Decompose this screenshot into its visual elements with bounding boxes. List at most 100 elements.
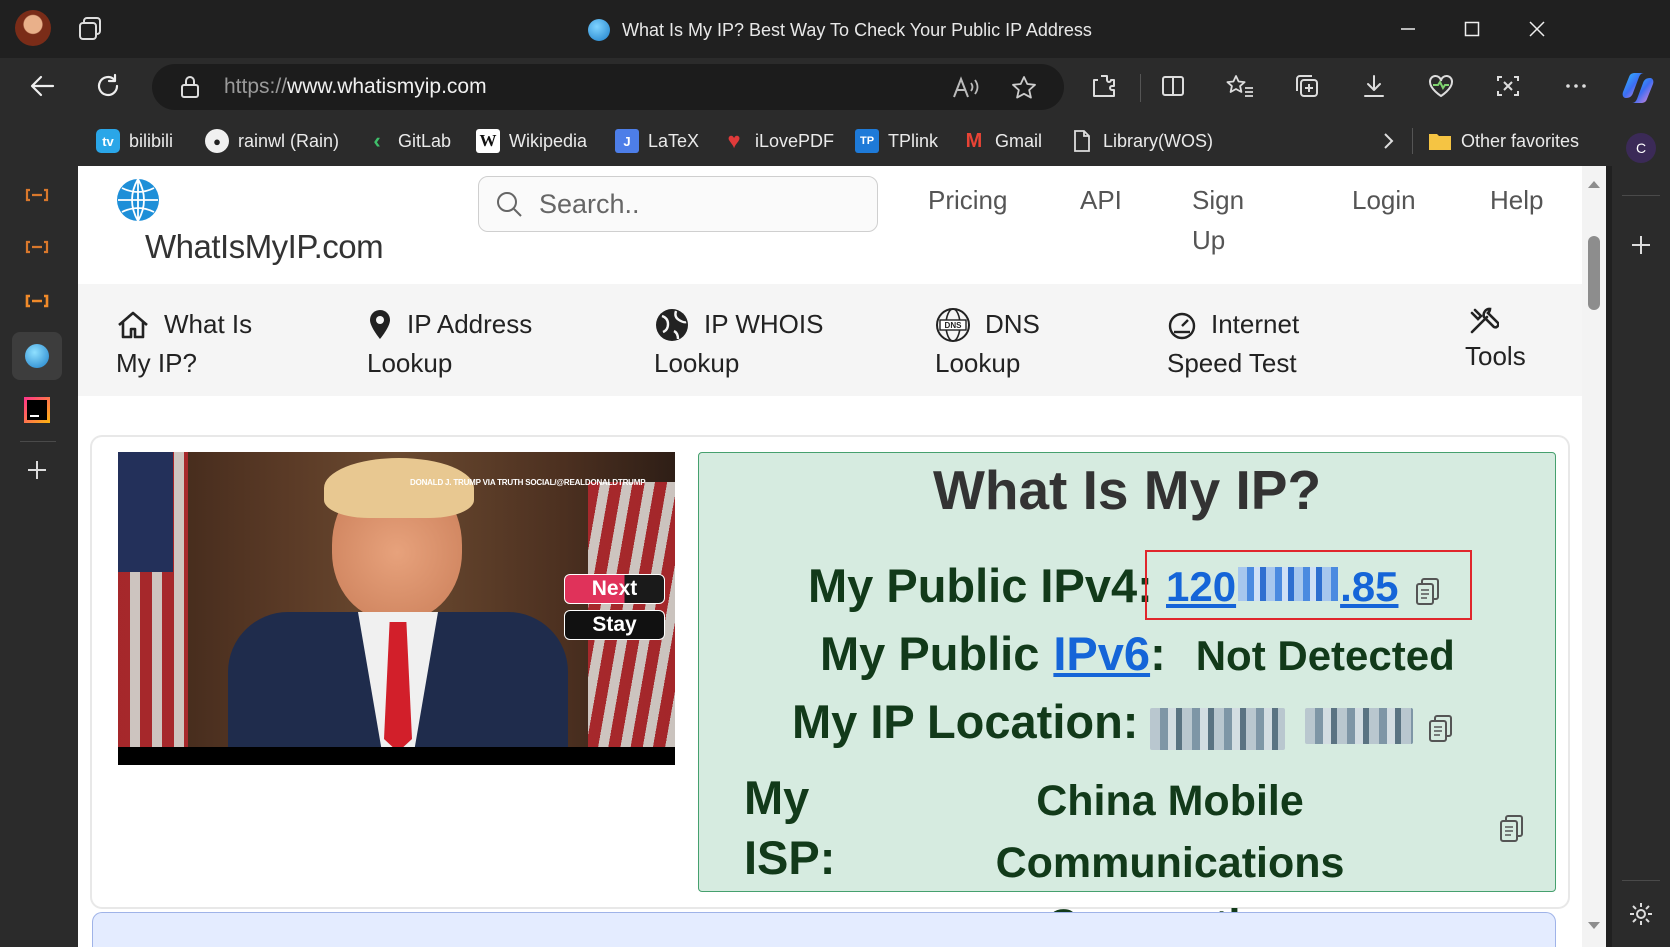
copy-location-icon[interactable] xyxy=(1426,712,1456,744)
copy-isp-icon[interactable] xyxy=(1497,812,1527,844)
globe-icon xyxy=(654,307,690,343)
back-button[interactable] xyxy=(22,66,62,106)
lock-icon[interactable] xyxy=(178,74,202,100)
ipv6-link[interactable]: IPv6 xyxy=(1053,626,1150,681)
site-logo-text[interactable]: WhatIsMyIP.com xyxy=(145,228,384,266)
tab-title[interactable]: What Is My IP? Best Way To Check Your Pu… xyxy=(588,16,1092,44)
next-section-box xyxy=(92,912,1556,947)
sidebar-tab-2[interactable] xyxy=(22,232,52,262)
home-icon xyxy=(116,310,150,340)
speaker-hair xyxy=(324,458,474,518)
collections-icon[interactable] xyxy=(1287,66,1327,106)
menu-what-is-my-ip[interactable]: What Is My IP? xyxy=(116,305,252,383)
menu-dns-lookup[interactable]: DNS DNS Lookup xyxy=(935,305,1040,383)
ipv6-value: Not Detected xyxy=(1195,632,1455,679)
profile-badge[interactable]: C xyxy=(1626,133,1656,163)
split-screen-icon[interactable] xyxy=(1153,66,1193,106)
video-next-button[interactable]: Next xyxy=(564,574,665,604)
add-sidebar-app-icon[interactable] xyxy=(1626,230,1656,260)
video-stay-button[interactable]: Stay xyxy=(564,610,665,640)
gitlab-icon: ‹ xyxy=(373,128,381,153)
video-player[interactable]: DONALD J. TRUMP VIA TRUTH SOCIAL/@REALDO… xyxy=(118,452,675,765)
tab-title-text: What Is My IP? Best Way To Check Your Pu… xyxy=(622,19,1092,40)
sidebar-divider xyxy=(1622,195,1660,196)
location-redacted-1 xyxy=(1150,708,1285,750)
copilot-icon[interactable] xyxy=(1618,68,1658,108)
read-aloud-icon[interactable] xyxy=(946,68,986,108)
scroll-down-arrow-icon[interactable] xyxy=(1586,920,1602,932)
favorite-gitlab[interactable]: ‹ GitLab xyxy=(365,124,451,158)
nav-pricing[interactable]: Pricing xyxy=(928,180,1007,220)
wikipedia-icon: W xyxy=(476,129,500,153)
refresh-button[interactable] xyxy=(88,66,128,106)
favorites-folder-other[interactable]: Other favorites xyxy=(1428,124,1579,158)
latex-icon: J xyxy=(615,129,639,153)
location-label: My IP Location: xyxy=(792,695,1139,748)
favorite-library-wos[interactable]: Library(WOS) xyxy=(1070,124,1213,158)
favorite-gmail[interactable]: M Gmail xyxy=(962,124,1042,158)
location-value xyxy=(1150,708,1413,750)
favorite-bilibili[interactable]: tv bilibili xyxy=(96,124,173,158)
copy-ipv4-icon[interactable] xyxy=(1413,575,1443,607)
scrollbar-thumb[interactable] xyxy=(1588,236,1600,310)
scroll-up-arrow-icon[interactable] xyxy=(1586,178,1602,190)
ipv4-redacted xyxy=(1238,567,1339,601)
new-tab-icon[interactable] xyxy=(22,455,52,485)
menu-internet-speed-test[interactable]: Internet Speed Test xyxy=(1167,305,1299,383)
gear-icon[interactable] xyxy=(1626,899,1656,929)
close-window-button[interactable] xyxy=(1512,0,1562,58)
menu-ip-address-lookup[interactable]: IP Address Lookup xyxy=(367,305,532,383)
speedometer-icon xyxy=(1167,310,1197,340)
sidebar-tab-jetbrains[interactable] xyxy=(24,397,50,423)
ipv6-row: My Public IPv6 : Not Detected xyxy=(820,626,1455,681)
favorites-overflow-chevron-icon[interactable] xyxy=(1376,128,1400,154)
map-pin-icon xyxy=(367,309,393,341)
ipv4-value[interactable]: 120 .85 xyxy=(1166,563,1398,611)
menu-tools[interactable]: Tools xyxy=(1465,305,1526,376)
gmail-icon: M xyxy=(965,129,983,152)
favorite-wikipedia[interactable]: W Wikipedia xyxy=(476,124,587,158)
main-menu-bar xyxy=(78,284,1582,396)
tab-actions-icon[interactable] xyxy=(76,14,106,44)
downloads-icon[interactable] xyxy=(1354,66,1394,106)
toolbar-divider xyxy=(1140,74,1141,102)
location-redacted-2 xyxy=(1305,708,1413,744)
site-logo[interactable] xyxy=(116,178,160,222)
minimize-button[interactable] xyxy=(1383,0,1433,58)
url-host: www.whatismyip.com xyxy=(287,75,487,98)
ipv4-label: My Public IPv4: xyxy=(808,559,1153,612)
bilibili-icon: tv xyxy=(96,129,120,153)
profile-avatar[interactable] xyxy=(15,10,51,46)
more-menu-icon[interactable] xyxy=(1556,66,1596,106)
favorite-latex[interactable]: J LaTeX xyxy=(615,124,699,158)
sidebar-tab-3[interactable] xyxy=(22,286,52,316)
search-placeholder: Search.. xyxy=(539,189,640,219)
tools-icon xyxy=(1467,305,1499,337)
favorite-star-icon[interactable] xyxy=(1004,68,1044,108)
favorite-ilovepdf[interactable]: ♥ iLovePDF xyxy=(722,124,834,158)
ipv4-suffix: .85 xyxy=(1340,563,1399,610)
maximize-button[interactable] xyxy=(1447,0,1497,58)
ipv6-colon: : xyxy=(1150,627,1166,680)
nav-signup[interactable]: Sign Up xyxy=(1192,180,1244,260)
screenshot-icon[interactable] xyxy=(1488,66,1528,106)
page-icon xyxy=(1070,129,1094,153)
browser-essentials-icon[interactable] xyxy=(1421,66,1461,106)
favorites-divider xyxy=(1412,128,1413,154)
sidebar-tab-1[interactable] xyxy=(22,180,52,210)
url-text[interactable]: https://www.whatismyip.com xyxy=(224,74,487,100)
sidebar-tab-active[interactable] xyxy=(12,332,62,380)
nav-api[interactable]: API xyxy=(1080,180,1122,220)
extensions-icon[interactable] xyxy=(1084,66,1124,106)
menu-ip-whois-lookup[interactable]: IP WHOIS Lookup xyxy=(654,305,823,383)
folder-icon xyxy=(1428,129,1452,153)
favorite-github[interactable]: ● rainwl (Rain) xyxy=(205,124,339,158)
nav-help[interactable]: Help xyxy=(1490,180,1543,220)
site-search-box[interactable]: Search.. xyxy=(478,176,878,232)
svg-text:DNS: DNS xyxy=(945,321,963,330)
favorites-list-icon[interactable] xyxy=(1220,66,1260,106)
nav-login[interactable]: Login xyxy=(1352,180,1416,220)
ipv4-prefix: 120 xyxy=(1166,563,1237,610)
favorite-tplink[interactable]: TP TPlink xyxy=(855,124,938,158)
url-scheme: https:// xyxy=(224,75,288,98)
